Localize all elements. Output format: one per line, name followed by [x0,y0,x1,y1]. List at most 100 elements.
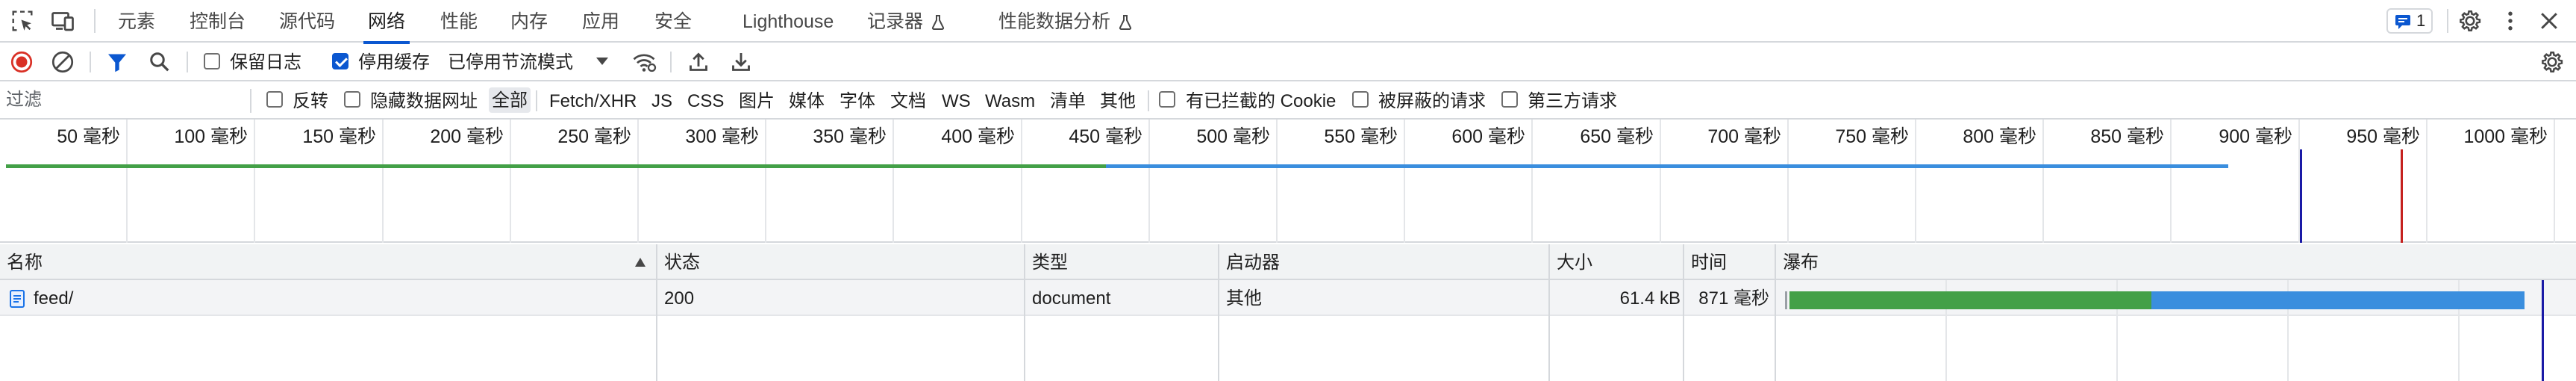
tab-bar-divider [94,9,96,33]
overview-grid-line [765,120,766,243]
preserve-log-checkbox[interactable] [204,53,220,69]
filter-type-img[interactable]: 图片 [739,81,775,120]
close-icon[interactable] [2536,7,2563,34]
column-header-name[interactable]: 名称 [7,244,43,280]
filter-input[interactable] [6,86,245,114]
overview-tick-label: 1000 毫秒 [2463,126,2548,147]
overview-tick-label: 100 毫秒 [174,126,248,147]
overview-tick-label: 850 毫秒 [2090,126,2164,147]
network-toolbar: 保留日志 停用缓存 已停用节流模式 [0,43,2576,81]
filter-type-media[interactable]: 媒体 [789,81,825,120]
filter-divider [536,90,537,111]
filter-type-font[interactable]: 字体 [840,81,875,120]
tab-elements[interactable]: 元素 [118,0,155,43]
overview-grid-line [1021,120,1022,243]
tab-recorder[interactable]: 记录器 [867,0,947,43]
filter-type-doc[interactable]: 文档 [890,81,926,120]
filter-type-css[interactable]: CSS [687,81,724,120]
sort-ascending-icon [634,257,646,267]
dropdown-arrow-icon [595,56,609,66]
cell-time: 871 毫秒 [1698,288,1769,309]
column-divider[interactable] [1218,244,1219,381]
filter-icon[interactable] [104,49,131,75]
blocked-requests-label[interactable]: 被屏蔽的请求 [1378,81,1486,120]
column-divider[interactable] [1548,244,1550,381]
network-overview[interactable]: 50 毫秒 100 毫秒 150 毫秒 200 毫秒 250 毫秒 300 毫秒 350 毫… [0,120,2576,243]
column-header-initiator[interactable]: 启动器 [1226,244,1280,280]
blocked-cookies-label[interactable]: 有已拦截的 Cookie [1186,81,1336,120]
flask-icon [1116,13,1134,31]
column-header-time[interactable]: 时间 [1691,244,1727,280]
tab-performance-insights-label: 性能数据分析 [998,11,1111,32]
hide-data-urls-label[interactable]: 隐藏数据网址 [370,81,478,120]
overview-tick-label: 800 毫秒 [1963,126,2036,147]
waterfall-waiting-segment[interactable] [1789,291,2151,309]
tab-recorder-label: 记录器 [867,11,924,32]
tab-performance[interactable]: 性能 [440,0,478,43]
inspect-icon[interactable] [9,7,36,34]
tab-sources[interactable]: 源代码 [279,0,335,43]
overview-tick-label: 500 毫秒 [1196,126,1270,147]
filter-type-fetch-xhr[interactable]: Fetch/XHR [549,81,637,120]
throttling-value: 已停用节流模式 [448,52,573,72]
tab-performance-insights[interactable]: 性能数据分析 [998,0,1134,43]
invert-checkbox[interactable] [266,91,283,108]
filter-type-js[interactable]: JS [651,81,672,120]
column-divider[interactable] [1775,244,1776,381]
import-har-icon[interactable] [685,49,712,75]
overview-grid-line [637,120,639,243]
overview-grid-line [126,120,128,243]
overview-tick-label: 950 毫秒 [2346,126,2420,147]
column-header-size[interactable]: 大小 [1557,244,1592,280]
tab-console[interactable]: 控制台 [190,0,246,43]
overview-grid-line [2554,120,2555,243]
invert-label[interactable]: 反转 [293,81,328,120]
cell-type: document [1032,288,1111,309]
export-har-icon[interactable] [728,49,754,75]
record-icon[interactable] [8,49,35,75]
disable-cache-label[interactable]: 停用缓存 [358,43,430,81]
dom-content-loaded-line [2300,149,2302,243]
column-header-type[interactable]: 类型 [1032,244,1068,280]
column-header-waterfall[interactable]: 瀑布 [1783,244,1819,280]
issues-button[interactable]: 1 [2386,8,2433,34]
column-divider[interactable] [1683,244,1684,381]
disable-cache-checkbox[interactable] [332,53,348,69]
column-divider[interactable] [656,244,657,381]
overview-grid-line [1787,120,1789,243]
filter-type-wasm[interactable]: Wasm [985,81,1035,120]
network-conditions-icon[interactable] [631,49,657,75]
search-icon[interactable] [146,49,173,75]
tab-security[interactable]: 安全 [654,0,692,43]
hide-data-urls-checkbox[interactable] [344,91,360,108]
document-icon [9,290,25,308]
overview-tick-label: 900 毫秒 [2219,126,2292,147]
throttling-select[interactable]: 已停用节流模式 [448,43,613,81]
device-toolbar-icon[interactable] [49,7,76,34]
tab-application[interactable]: 应用 [582,0,619,43]
waterfall-download-segment[interactable] [2151,291,2525,309]
third-party-checkbox[interactable] [1501,91,1518,108]
filter-type-ws[interactable]: WS [942,81,971,120]
third-party-label[interactable]: 第三方请求 [1528,81,1617,120]
column-header-status[interactable]: 状态 [664,244,700,280]
network-settings-icon[interactable] [2539,49,2566,75]
tab-memory[interactable]: 内存 [510,0,548,43]
overview-grid-line [1915,120,1916,243]
blocked-cookies-checkbox[interactable] [1159,91,1175,108]
filter-type-manifest[interactable]: 清单 [1050,81,1086,120]
filter-type-all[interactable]: 全部 [489,87,531,113]
gear-icon[interactable] [2457,7,2483,34]
clear-icon[interactable] [49,49,76,75]
toolbar-divider [187,52,188,72]
overview-tick-label: 650 毫秒 [1580,126,1654,147]
more-vert-icon[interactable] [2497,7,2524,34]
overview-grid-line [1531,120,1533,243]
tab-network[interactable]: 网络 [363,0,410,44]
blocked-requests-checkbox[interactable] [1352,91,1369,108]
tab-lighthouse[interactable]: Lighthouse [743,0,834,43]
column-divider[interactable] [1024,244,1025,381]
filter-type-other[interactable]: 其他 [1100,81,1136,120]
preserve-log-label[interactable]: 保留日志 [230,43,301,81]
overview-grid-line [2042,120,2044,243]
